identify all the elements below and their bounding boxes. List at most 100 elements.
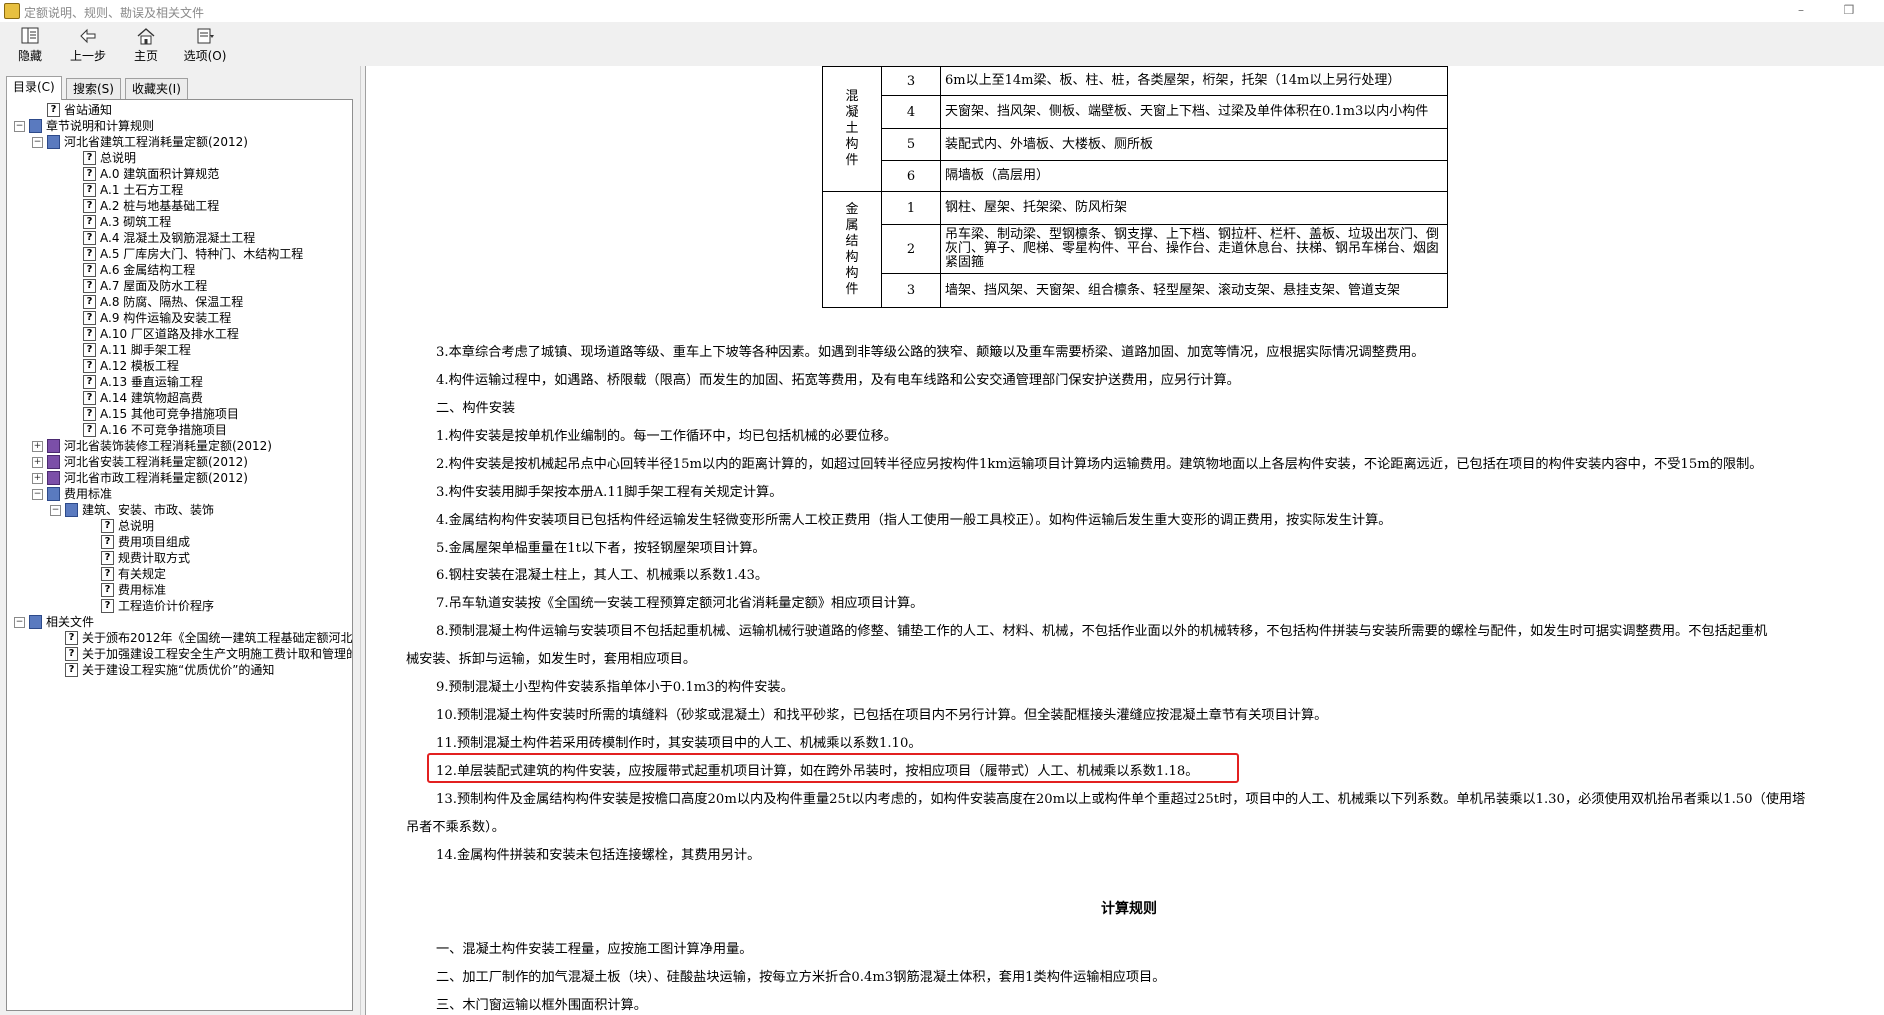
- paragraph: 14.金属构件拼装和安装未包括连接螺栓，其费用另计。: [436, 848, 761, 863]
- help-page-icon: ?: [101, 583, 114, 597]
- help-page-icon: ?: [65, 663, 78, 677]
- tab-contents[interactable]: 目录(C): [6, 76, 62, 100]
- tree-item-label: A.12 模板工程: [100, 359, 179, 373]
- tab-search[interactable]: 搜索(S): [66, 78, 121, 99]
- tree-item-label: 关于建设工程实施“优质优价”的通知: [82, 663, 275, 677]
- tree-item[interactable]: ? A.6 金属结构工程: [7, 262, 350, 278]
- tree-item-label: A.3 砌筑工程: [100, 215, 172, 229]
- paragraph: 3.构件安装用脚手架按本册A.11脚手架工程有关规定计算。: [436, 485, 783, 500]
- help-page-icon: ?: [83, 215, 96, 229]
- paragraph: 2.构件安装是按机械起吊点中心回转半径15m以内的距离计算的，如超过回转半径应另…: [436, 457, 1763, 472]
- tree-item[interactable]: + 河北省安装工程消耗量定额(2012): [7, 454, 350, 470]
- restore-button[interactable]: ❒: [1838, 2, 1860, 18]
- tree-item[interactable]: ? 关于加强建设工程安全生产文明施工费计取和管理的: [7, 646, 352, 662]
- paragraph: 4.金属结构构件安装项目已包括构件经运输发生轻微变形所需人工校正费用（指人工使用…: [436, 513, 1392, 528]
- tree-item[interactable]: − 河北省建筑工程消耗量定额(2012): [7, 134, 350, 150]
- open-book-icon: [47, 135, 60, 149]
- tree-item[interactable]: ? A.10 厂区道路及排水工程: [7, 326, 350, 342]
- tree-item-label: A.15 其他可竞争措施项目: [100, 407, 239, 421]
- minimize-button[interactable]: –: [1790, 2, 1812, 18]
- help-page-icon: ?: [83, 359, 96, 373]
- tree-item[interactable]: ? A.15 其他可竞争措施项目: [7, 406, 350, 422]
- row-no: 3: [881, 273, 941, 308]
- toolbar: 隐藏 上一步 主页 选项(O): [0, 22, 1884, 67]
- tree-item[interactable]: ? A.3 砌筑工程: [7, 214, 350, 230]
- closed-book-icon: [47, 471, 60, 485]
- tree-item[interactable]: ? 费用项目组成: [7, 534, 350, 550]
- back-button[interactable]: 上一步: [58, 24, 118, 64]
- tree-item[interactable]: ? A.16 不可竞争措施项目: [7, 422, 350, 438]
- tree-item-label: 总说明: [100, 151, 137, 165]
- row-no: 1: [881, 191, 941, 225]
- contents-tree[interactable]: ? 省站通知 − 章节说明和计算规则 − 河北省建筑工程消耗量定额(2012)? 总说明? A…: [6, 99, 353, 1011]
- navigation-pane: 目录(C) 搜索(S) 收藏夹(I) ? 省站通知 − 章节说明和计算规则 − 河北省建筑…: [0, 66, 360, 1015]
- row-no: 3: [881, 66, 941, 96]
- tree-item[interactable]: − 相关文件: [7, 614, 350, 630]
- collapse-icon[interactable]: −: [32, 137, 43, 148]
- row-desc: 天窗架、挡风架、侧板、端壁板、天窗上下档、过梁及单件体积在0.1m3以内小构件: [940, 95, 1448, 129]
- paragraph: 5.金属屋架单榀重量在1t以下者，按轻钢屋架项目计算。: [436, 541, 766, 556]
- category-concrete-text: 混凝土构件: [845, 89, 859, 168]
- help-page-icon: ?: [101, 567, 114, 581]
- tree-item-label: 河北省建筑工程消耗量定额(2012): [64, 135, 248, 149]
- options-icon: [197, 28, 214, 44]
- tree-item-label: 费用标准: [64, 487, 113, 501]
- tree-item[interactable]: ? A.8 防腐、隔热、保温工程: [7, 294, 350, 310]
- collapse-icon[interactable]: −: [32, 489, 43, 500]
- paragraph: 10.预制混凝土构件安装时所需的填缝料（砂浆或混凝土）和找平砂浆，已包括在项目内…: [436, 708, 1328, 723]
- tree-item[interactable]: ? A.12 模板工程: [7, 358, 350, 374]
- tree-item[interactable]: ? 规费计取方式: [7, 550, 350, 566]
- tree-item[interactable]: ? A.13 垂直运输工程: [7, 374, 350, 390]
- expand-icon[interactable]: +: [32, 473, 43, 484]
- tree-item[interactable]: − 费用标准: [7, 486, 350, 502]
- help-page-icon: ?: [83, 375, 96, 389]
- tree-item-label: 工程造价计价程序: [118, 599, 215, 613]
- tree-item[interactable]: + 河北省市政工程消耗量定额(2012): [7, 470, 350, 486]
- tree-item[interactable]: ? A.5 厂库房大门、特种门、木结构工程: [7, 246, 350, 262]
- hide-label: 隐藏: [17, 49, 42, 63]
- tree-item-label: A.7 屋面及防水工程: [100, 279, 208, 293]
- tab-favorites[interactable]: 收藏夹(I): [125, 78, 188, 99]
- closed-book-icon: [47, 439, 60, 453]
- tree-item[interactable]: ? A.7 屋面及防水工程: [7, 278, 350, 294]
- tree-item[interactable]: ? 工程造价计价程序: [7, 598, 350, 614]
- expand-icon[interactable]: +: [32, 441, 43, 452]
- paragraph: 6.钢柱安装在混凝土柱上，其人工、机械乘以系数1.43。: [436, 568, 769, 583]
- tree-item[interactable]: ? 关于颁布2012年《全国统一建筑工程基础定额河北省: [7, 630, 352, 646]
- hide-button[interactable]: 隐藏: [0, 24, 60, 64]
- tree-item[interactable]: ? 总说明: [7, 518, 350, 534]
- tree-item-label: A.4 混凝土及钢筋混凝土工程: [100, 231, 256, 245]
- tree-item[interactable]: − 建筑、安装、市政、装饰: [7, 502, 350, 518]
- collapse-icon[interactable]: −: [14, 121, 25, 132]
- tree-item[interactable]: ? A.14 建筑物超高费: [7, 390, 350, 406]
- help-page-icon: ?: [83, 391, 96, 405]
- tree-item[interactable]: ? A.2 桩与地基基础工程: [7, 198, 350, 214]
- tree-item[interactable]: ? 总说明: [7, 150, 350, 166]
- tree-item-label: 河北省安装工程消耗量定额(2012): [64, 455, 248, 469]
- tree-item[interactable]: ? 费用标准: [7, 582, 350, 598]
- tree-item[interactable]: − 章节说明和计算规则: [7, 118, 350, 134]
- tree-item[interactable]: ? A.11 脚手架工程: [7, 342, 350, 358]
- tree-item[interactable]: ? 有关规定: [7, 566, 350, 582]
- tree-item-label: A.14 建筑物超高费: [100, 391, 203, 405]
- tree-item[interactable]: ? A.4 混凝土及钢筋混凝土工程: [7, 230, 350, 246]
- row-no: 5: [881, 128, 941, 161]
- tree-item-label: A.8 防腐、隔热、保温工程: [100, 295, 244, 309]
- collapse-icon[interactable]: −: [50, 505, 61, 516]
- row-desc: 吊车梁、制动梁、型钢檩条、钢支撑、上下档、钢拉杆、栏杆、盖板、垃圾出灰门、倒灰门…: [940, 224, 1448, 274]
- collapse-icon[interactable]: −: [14, 617, 25, 628]
- app-icon: [4, 3, 20, 19]
- tree-item-label: A.5 厂库房大门、特种门、木结构工程: [100, 247, 304, 261]
- options-button[interactable]: 选项(O): [175, 24, 235, 64]
- tree-item[interactable]: ? 省站通知: [7, 102, 350, 118]
- help-page-icon: ?: [65, 631, 78, 645]
- tree-item[interactable]: + 河北省装饰装修工程消耗量定额(2012): [7, 438, 350, 454]
- tree-item[interactable]: ? A.1 土石方工程: [7, 182, 350, 198]
- title-bar: 定额说明、规则、勘误及相关文件 – ❒: [0, 0, 1884, 22]
- home-button[interactable]: 主页: [116, 24, 176, 64]
- tree-item[interactable]: ? A.0 建筑面积计算规范: [7, 166, 350, 182]
- rule-item: 一、混凝土构件安装工程量，应按施工图计算净用量。: [436, 942, 753, 957]
- expand-icon[interactable]: +: [32, 457, 43, 468]
- tree-item[interactable]: ? 关于建设工程实施“优质优价”的通知: [7, 662, 350, 678]
- tree-item[interactable]: ? A.9 构件运输及安装工程: [7, 310, 350, 326]
